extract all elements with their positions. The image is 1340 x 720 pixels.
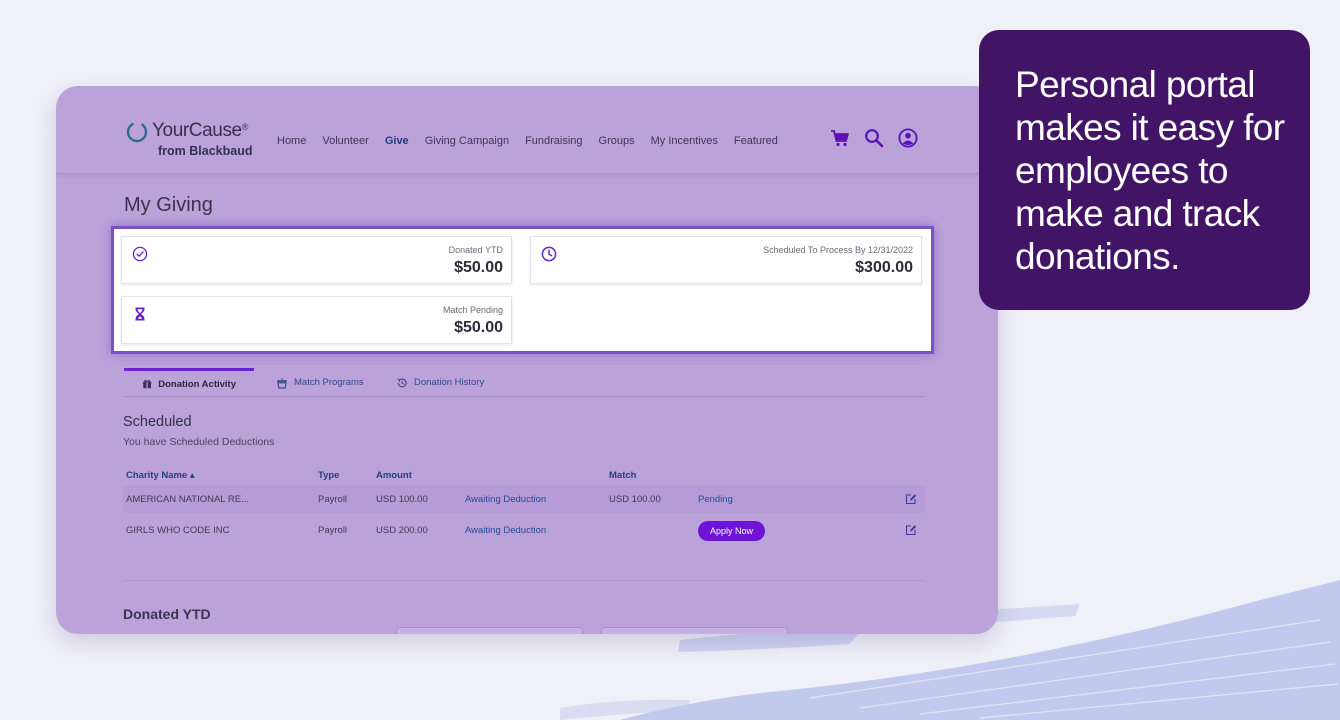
column-header-type[interactable]: Type [318,470,339,481]
donated-ytd-value: $50.00 [454,259,503,276]
check-circle-icon [132,246,148,262]
scheduled-label: Scheduled To Process By 12/31/2022 [763,245,913,255]
match-pending-label: Match Pending [442,305,503,315]
nav-giving-campaign[interactable]: Giving Campaign [425,135,509,147]
column-header-match[interactable]: Match [609,470,636,481]
table-row: AMERICAN NATIONAL RE... Payroll USD 100.… [123,486,925,513]
donated-ytd-heading: Donated YTD [123,606,211,622]
type-cell: Payroll [318,525,348,536]
nav-home[interactable]: Home [277,135,306,147]
donated-ytd-chart-card [601,627,788,634]
history-icon [397,377,407,387]
gift-icon [142,379,152,389]
section-divider [123,580,925,581]
apply-now-button[interactable]: Apply Now [698,521,766,541]
nav-my-incentives[interactable]: My Incentives [651,135,718,147]
callout-box: Personal portal makes it easy for employ… [979,30,1310,310]
logo-wordmark: YourCause® [152,120,248,141]
edit-icon[interactable] [905,524,917,536]
donated-ytd-card: Donated YTD $50.00 [121,236,512,284]
status-link[interactable]: Awaiting Deduction [465,486,546,513]
tab-donation-activity[interactable]: Donation Activity [124,368,254,397]
donated-ytd-label: Donated YTD [448,245,503,255]
portal-screenshot: YourCause® from Blackbaud Home Volunteer… [56,86,998,634]
tab-match-programs-label: Match Programs [294,377,364,388]
user-icon[interactable] [898,128,918,148]
logo-ring-icon [126,121,148,143]
donated-ytd-chart-card [396,627,583,634]
charity-name-cell[interactable]: AMERICAN NATIONAL RE... [126,486,249,513]
column-header-amount[interactable]: Amount [376,470,412,481]
amount-cell: USD 100.00 [376,494,428,505]
hourglass-icon [135,307,145,321]
giving-summary-panel: Donated YTD $50.00 Scheduled To Process … [111,226,934,354]
nav-give[interactable]: Give [385,135,409,147]
top-navigation-bar: YourCause® from Blackbaud Home Volunteer… [56,86,998,174]
charity-name-cell[interactable]: GIRLS WHO CODE INC [126,517,229,544]
tab-donation-history[interactable]: Donation History [392,368,488,397]
match-amount-cell: USD 100.00 [609,494,661,505]
column-header-charity-name[interactable]: Charity Name ▴ [126,470,195,481]
header-actions [830,128,918,148]
scheduled-card: Scheduled To Process By 12/31/2022 $300.… [530,236,922,284]
callout-text: Personal portal makes it easy for employ… [1015,64,1285,277]
tab-match-programs[interactable]: Match Programs [272,368,368,397]
match-pending-card: Match Pending $50.00 [121,296,512,344]
scheduled-subtitle: You have Scheduled Deductions [123,436,275,448]
type-cell: Payroll [318,494,348,505]
cart-icon[interactable] [830,128,850,148]
logo-subtitle: from Blackbaud [158,144,253,158]
match-pending-value: $50.00 [454,319,503,336]
tab-donation-activity-label: Donation Activity [158,378,236,390]
giving-tabs: Donation Activity Match Programs Donatio… [124,368,925,397]
edit-icon[interactable] [905,493,917,505]
table-row: GIRLS WHO CODE INC Payroll USD 200.00 Aw… [123,517,925,544]
status-link[interactable]: Awaiting Deduction [465,517,546,544]
match-status-link[interactable]: Pending [698,486,733,513]
nav-volunteer[interactable]: Volunteer [322,135,368,147]
main-nav: Home Volunteer Give Giving Campaign Fund… [277,135,778,147]
scheduled-value: $300.00 [855,259,913,276]
nav-fundraising[interactable]: Fundraising [525,135,582,147]
amount-cell: USD 200.00 [376,525,428,536]
nav-groups[interactable]: Groups [599,135,635,147]
tab-donation-history-label: Donation History [414,377,485,388]
scheduled-heading: Scheduled [123,414,192,430]
basket-icon [277,377,287,389]
search-icon[interactable] [864,128,884,148]
nav-featured[interactable]: Featured [734,135,778,147]
page-title: My Giving [124,194,213,216]
clock-icon [541,246,557,262]
